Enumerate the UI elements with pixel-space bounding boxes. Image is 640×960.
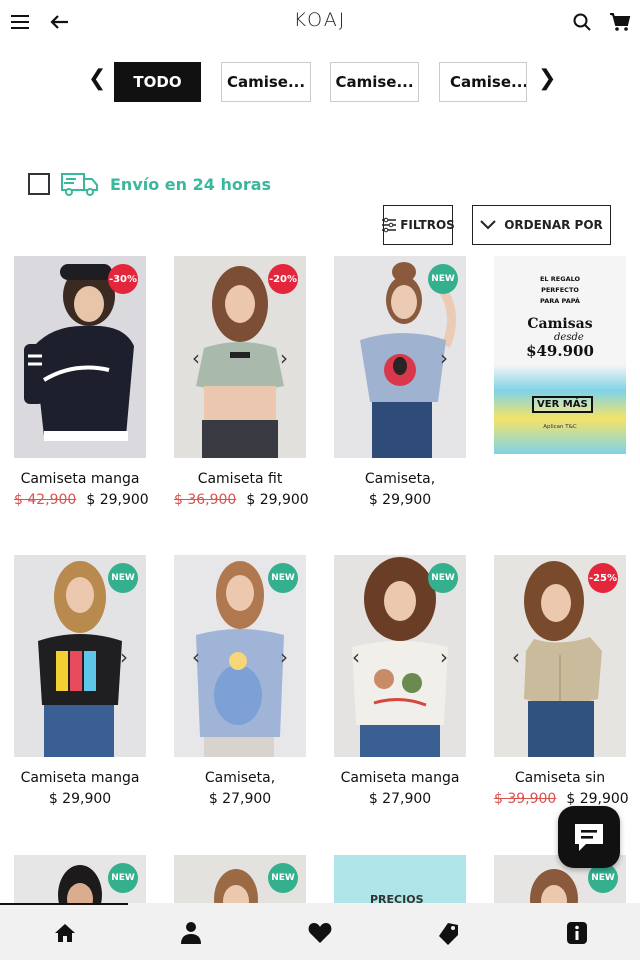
promo-line: EL REGALO xyxy=(539,275,581,283)
discount-badge: -20% xyxy=(268,264,298,294)
promo-image[interactable]: EL REGALO PERFECTO PARA PAPÁ Camisas des… xyxy=(494,256,626,454)
product-card[interactable]: › NEW Camiseta, $ 29,900 xyxy=(334,256,466,508)
sort-button[interactable]: ORDENAR POR xyxy=(472,205,611,245)
new-badge: NEW xyxy=(428,264,458,294)
brand-logo[interactable]: KOAJ xyxy=(0,9,640,31)
price: $ 27,900 xyxy=(208,791,272,807)
old-price: $ 39,900 xyxy=(494,791,557,807)
prev-image-icon[interactable]: ‹ xyxy=(192,645,200,669)
filters-label: FILTROS xyxy=(400,218,455,232)
new-badge: NEW xyxy=(108,863,138,893)
chat-button[interactable] xyxy=(558,806,620,868)
product-name[interactable]: Camiseta manga xyxy=(334,770,466,786)
prev-image-icon[interactable]: ‹ xyxy=(352,645,360,669)
price: $ 29,900 xyxy=(566,791,629,807)
chevron-left-icon[interactable]: ❮ xyxy=(88,66,106,91)
tab-todo[interactable]: TODO xyxy=(114,62,201,102)
discount-badge: -25% xyxy=(588,563,618,593)
price: $ 29,900 xyxy=(368,492,432,508)
product-name[interactable]: Camiseta, xyxy=(174,770,306,786)
tab-camisetas-2[interactable]: Camise... xyxy=(330,62,419,102)
promo-note: Aplican T&C xyxy=(543,424,577,430)
active-indicator xyxy=(0,903,128,905)
next-image-icon[interactable]: › xyxy=(280,346,288,370)
promo-price: $49.900 xyxy=(526,342,594,360)
prev-image-icon[interactable]: ‹ xyxy=(512,645,520,669)
price: $ 29,900 xyxy=(86,492,149,508)
next-image-icon[interactable]: › xyxy=(280,645,288,669)
new-badge: NEW xyxy=(428,563,458,593)
search-icon[interactable] xyxy=(568,8,596,36)
shipping-checkbox[interactable] xyxy=(28,173,50,195)
chevron-down-icon xyxy=(480,220,496,230)
product-image[interactable]: ‹ › -20% xyxy=(174,256,306,458)
promo-cta[interactable]: VER MÁS xyxy=(532,396,593,413)
sort-label: ORDENAR POR xyxy=(504,218,603,232)
next-image-icon[interactable]: › xyxy=(440,346,448,370)
bottom-nav xyxy=(0,903,640,960)
product-card[interactable]: -30% Camiseta manga $ 42,900 $ 29,900 xyxy=(14,256,149,508)
promo-line: PARA PAPÁ xyxy=(540,297,580,305)
discount-badge: -30% xyxy=(108,264,138,294)
tag-icon[interactable] xyxy=(435,919,463,947)
prev-image-icon[interactable]: ‹ xyxy=(192,346,200,370)
category-tabs: ❮ TODO Camise... Camise... Camise... ❯ xyxy=(0,62,640,104)
product-image[interactable]: ‹ -25% xyxy=(494,555,626,757)
product-image[interactable]: › NEW xyxy=(334,256,466,458)
product-name[interactable]: Camiseta, xyxy=(334,471,466,487)
cart-icon[interactable] xyxy=(606,8,634,36)
product-name[interactable]: Camiseta manga xyxy=(14,471,146,487)
old-price: $ 42,900 xyxy=(14,492,77,508)
product-name[interactable]: Camiseta manga xyxy=(14,770,146,786)
heart-icon[interactable] xyxy=(306,919,334,947)
product-card[interactable]: ‹ › -20% Camiseta fit $ 36,900 $ 29,900 xyxy=(174,256,309,508)
truck-icon xyxy=(60,170,100,198)
shipping-filter: Envío en 24 horas xyxy=(28,168,271,200)
top-bar: KOAJ xyxy=(0,0,640,44)
product-image[interactable]: -30% xyxy=(14,256,146,458)
promo-banner[interactable]: PRECIOS xyxy=(334,855,466,905)
product-card[interactable]: ‹ › NEW Camiseta manga $ 27,900 xyxy=(334,555,466,807)
new-badge: NEW xyxy=(268,563,298,593)
product-card[interactable]: ‹ › NEW Camiseta, $ 27,900 xyxy=(174,555,306,807)
promo-banner[interactable]: EL REGALO PERFECTO PARA PAPÁ Camisas des… xyxy=(494,256,626,454)
promo-image[interactable]: PRECIOS xyxy=(334,855,466,905)
shipping-label: Envío en 24 horas xyxy=(110,174,272,194)
chat-icon xyxy=(572,821,606,853)
product-image[interactable]: NEW xyxy=(174,855,306,905)
home-icon[interactable] xyxy=(51,919,79,947)
product-card[interactable]: NEW xyxy=(174,855,306,905)
new-badge: NEW xyxy=(108,563,138,593)
promo-line: PERFECTO xyxy=(541,286,579,294)
product-card[interactable]: NEW xyxy=(14,855,146,905)
price: $ 29,900 xyxy=(246,492,309,508)
price: $ 29,900 xyxy=(48,791,112,807)
tab-camisetas-1[interactable]: Camise... xyxy=(221,62,311,102)
sliders-icon xyxy=(381,217,397,233)
product-image[interactable]: ‹ › NEW xyxy=(334,555,466,757)
product-name[interactable]: Camiseta fit xyxy=(174,471,306,487)
new-badge: NEW xyxy=(268,863,298,893)
promo-title: Camisas xyxy=(527,316,593,332)
filters-button[interactable]: FILTROS xyxy=(381,205,455,245)
product-card[interactable]: ‹ -25% Camiseta sin $ 39,900 $ 29,900 xyxy=(494,555,629,807)
product-card[interactable]: › NEW Camiseta manga $ 29,900 xyxy=(14,555,146,807)
product-image[interactable]: ‹ › NEW xyxy=(174,555,306,757)
product-image[interactable]: NEW xyxy=(14,855,146,905)
next-image-icon[interactable]: › xyxy=(120,645,128,669)
old-price: $ 36,900 xyxy=(174,492,237,508)
tab-camisetas-3[interactable]: Camise... xyxy=(439,62,527,102)
next-image-icon[interactable]: › xyxy=(440,645,448,669)
price: $ 27,900 xyxy=(368,791,432,807)
chevron-right-icon[interactable]: ❯ xyxy=(538,66,556,91)
info-icon[interactable] xyxy=(563,919,591,947)
user-icon[interactable] xyxy=(177,919,205,947)
product-image[interactable]: › NEW xyxy=(14,555,146,757)
product-name[interactable]: Camiseta sin xyxy=(494,770,626,786)
